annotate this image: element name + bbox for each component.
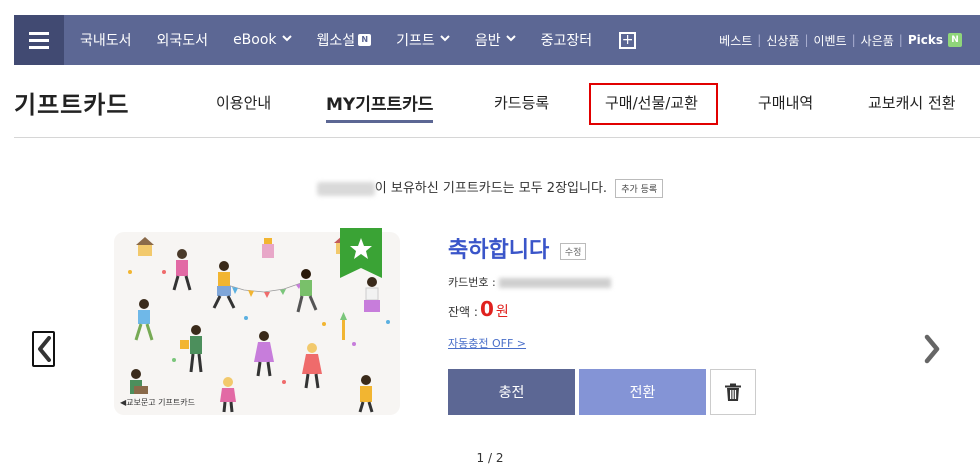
quick-link-1[interactable]: 신상품 [766, 32, 799, 49]
card-number-blurred [498, 278, 611, 288]
link-separator: | [804, 33, 809, 47]
add-card-button[interactable]: 추가 등록 [615, 179, 664, 198]
convert-button[interactable]: 전환 [579, 369, 706, 415]
top-navigation-bar: 국내도서 외국도서 eBook 웹소설 N 기프트 음반 중고장터 + 베스트 | 신상품 | 이벤트… [14, 15, 980, 65]
tab-my-giftcard[interactable]: MY기프트카드 [326, 90, 434, 123]
picks-new-badge: N [948, 33, 962, 47]
nav-item-label: 중고장터 [540, 33, 593, 49]
nav-item-label: 외국도서 [156, 33, 209, 49]
nav-item-label: 기프트 [396, 33, 435, 49]
nav-item-4[interactable]: 기프트 [396, 30, 450, 50]
card-title-text: 축하합니다 [448, 238, 550, 263]
card-number-label: 카드번호 : [448, 276, 496, 289]
next-arrow-icon[interactable] [918, 331, 946, 367]
auto-charge-link[interactable]: 자동충전 OFF > [448, 335, 526, 351]
card-count-text: 이 보유하신 기프트카드는 모두 2장입니다. [374, 181, 608, 196]
nav-item-label: 음반 [474, 33, 501, 49]
chevron-down-icon [505, 35, 516, 45]
quick-link-4[interactable]: Picks [908, 33, 943, 47]
trash-icon[interactable] [710, 369, 756, 415]
edit-title-button[interactable]: 수정 [559, 242, 587, 260]
card-brand-label: ◀교보문고 기프트카드 [120, 398, 195, 407]
tab-guide[interactable]: 이용안내 [216, 92, 271, 113]
card-title: 축하합니다 수정 [448, 232, 587, 264]
nav-item-label: 국내도서 [80, 33, 132, 49]
chevron-down-icon [440, 35, 450, 45]
user-name-blurred [316, 181, 375, 196]
nav-item-1[interactable]: 외국도서 [157, 30, 209, 50]
link-separator: | [757, 33, 762, 47]
highlight-box [589, 83, 718, 125]
balance: 잔액 :0원 [448, 297, 509, 321]
balance-unit: 원 [495, 304, 509, 320]
quick-link-0[interactable]: 베스트 [719, 32, 752, 49]
main-menu: 국내도서 외국도서 eBook 웹소설 N 기프트 음반 중고장터 [80, 30, 617, 50]
menu-icon[interactable] [14, 15, 64, 65]
divider [14, 137, 980, 138]
tab-purchase-history[interactable]: 구매내역 [758, 92, 813, 113]
nav-item-5[interactable]: 음반 [475, 30, 516, 50]
link-separator: | [898, 33, 903, 47]
nav-item-6[interactable]: 중고장터 [541, 30, 593, 50]
nav-item-3[interactable]: 웹소설 N [317, 30, 372, 50]
tab-bar: 이용안내 MY기프트카드 카드등록 구매/선물/교환 구매내역 교보캐시 전환 [0, 92, 980, 126]
nav-item-label: 웹소설 [316, 33, 356, 49]
card-count-message: 이 보유하신 기프트카드는 모두 2장입니다. 추가 등록 [0, 177, 980, 198]
plus-icon[interactable]: + [619, 31, 637, 49]
charge-button[interactable]: 충전 [448, 369, 575, 415]
nav-item-0[interactable]: 국내도서 [80, 30, 132, 50]
quick-links: 베스트 | 신상품 | 이벤트 | 사은품 | Picks N [719, 15, 962, 65]
tab-cash-convert[interactable]: 교보캐시 전환 [868, 92, 956, 113]
new-badge: N [358, 34, 372, 46]
page-indicator: 1 / 2 [476, 451, 504, 465]
chevron-down-icon [281, 35, 292, 45]
previous-arrow-icon[interactable] [32, 331, 55, 367]
card-number: 카드번호 : [448, 274, 611, 290]
nav-item-label: eBook [233, 32, 277, 48]
quick-link-3[interactable]: 사은품 [861, 32, 894, 49]
link-separator: | [851, 33, 856, 47]
tab-card-register[interactable]: 카드등록 [494, 92, 549, 113]
quick-link-2[interactable]: 이벤트 [814, 32, 847, 49]
favorite-star-icon[interactable] [340, 228, 382, 278]
balance-value: 0 [479, 297, 494, 321]
balance-label: 잔액 : [448, 305, 478, 319]
nav-item-2[interactable]: eBook [233, 32, 292, 48]
